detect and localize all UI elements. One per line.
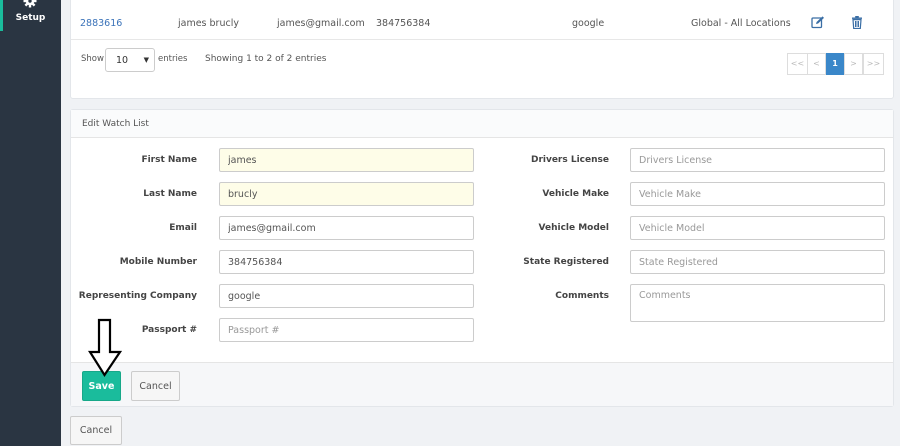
row-location: Global - All Locations bbox=[691, 18, 791, 29]
table-row: 2883616 james brucly james@gmail.com 384… bbox=[71, 0, 893, 40]
trash-icon[interactable] bbox=[851, 16, 863, 32]
passport-input[interactable] bbox=[219, 318, 474, 342]
panel-title: Edit Watch List bbox=[82, 119, 149, 129]
arrow-down-annotation-icon bbox=[88, 318, 122, 378]
form-footer: Save Cancel bbox=[71, 362, 893, 406]
row-name: james brucly bbox=[178, 18, 239, 29]
sidebar-item-setup[interactable]: Setup bbox=[0, 0, 61, 31]
row-email: james@gmail.com bbox=[277, 18, 365, 29]
state-registered-input[interactable] bbox=[630, 250, 885, 274]
caret-down-icon: ▼ bbox=[143, 56, 149, 64]
drivers-license-input[interactable] bbox=[630, 148, 885, 172]
last-name-input[interactable] bbox=[219, 182, 474, 206]
drivers-license-label: Drivers License bbox=[530, 155, 609, 165]
page-last-button[interactable]: >> bbox=[863, 53, 884, 75]
email-input[interactable] bbox=[219, 216, 474, 240]
page-cancel-button[interactable]: Cancel bbox=[70, 416, 122, 445]
page-first-button[interactable]: << bbox=[787, 53, 808, 75]
comments-textarea[interactable] bbox=[630, 284, 885, 322]
comments-label: Comments bbox=[555, 291, 609, 301]
watch-list-table-panel: 2883616 james brucly james@gmail.com 384… bbox=[70, 0, 894, 99]
vehicle-model-label: Vehicle Model bbox=[538, 223, 610, 233]
gear-icon bbox=[23, 0, 37, 8]
edit-watch-list-panel: Edit Watch List First Name Last Name Ema… bbox=[70, 109, 894, 407]
mobile-number-input[interactable] bbox=[219, 250, 474, 274]
page-1-button[interactable]: 1 bbox=[826, 53, 844, 75]
record-id-link[interactable]: 2883616 bbox=[80, 18, 122, 29]
representing-company-label: Representing Company bbox=[78, 291, 197, 301]
show-label: Show bbox=[81, 54, 104, 64]
last-name-label: Last Name bbox=[143, 189, 197, 199]
showing-entries-text: Showing 1 to 2 of 2 entries bbox=[205, 54, 327, 64]
first-name-label: First Name bbox=[141, 155, 197, 165]
entries-select[interactable]: 10 ▼ bbox=[105, 48, 155, 72]
form-cancel-button[interactable]: Cancel bbox=[131, 371, 180, 401]
mobile-number-label: Mobile Number bbox=[119, 257, 197, 267]
page-next-button[interactable]: > bbox=[844, 53, 863, 75]
vehicle-model-input[interactable] bbox=[630, 216, 885, 240]
sidebar: Setup bbox=[0, 0, 61, 446]
panel-heading: Edit Watch List bbox=[71, 110, 893, 138]
first-name-input[interactable] bbox=[219, 148, 474, 172]
edit-icon[interactable] bbox=[811, 16, 825, 32]
representing-company-input[interactable] bbox=[219, 284, 474, 308]
sidebar-item-label: Setup bbox=[15, 13, 46, 23]
page-prev-button[interactable]: < bbox=[807, 53, 826, 75]
entries-select-value: 10 bbox=[116, 55, 129, 66]
row-phone: 384756384 bbox=[376, 18, 431, 29]
state-registered-label: State Registered bbox=[523, 257, 609, 267]
vehicle-make-input[interactable] bbox=[630, 182, 885, 206]
passport-label: Passport # bbox=[141, 325, 197, 335]
row-company: google bbox=[572, 18, 605, 29]
entries-label: entries bbox=[158, 54, 188, 64]
email-label: Email bbox=[169, 223, 197, 233]
vehicle-make-label: Vehicle Make bbox=[542, 189, 609, 199]
